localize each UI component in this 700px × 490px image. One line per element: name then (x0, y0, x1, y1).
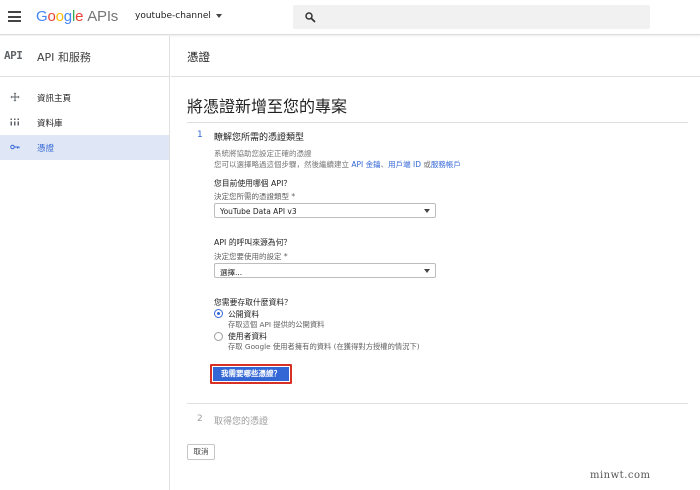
menu-icon[interactable] (8, 11, 21, 22)
step-title: 瞭解您所需的憑證類型 (214, 133, 305, 143)
step-description: 系統將協助您設定正確的憑證 (214, 149, 312, 158)
user-data-description: 存取 Google 使用者擁有的資料 (在獲得對方授權的情況下) (228, 342, 420, 351)
user-data-label[interactable]: 使用者資料 (228, 331, 267, 342)
sidebar-item-label: 資訊主頁 (37, 94, 72, 104)
call-source-hint: 決定您要使用的設定 * (214, 252, 288, 261)
sidebar-item-dashboard[interactable]: 資訊主頁 (0, 85, 169, 110)
api-select[interactable]: YouTube Data API v3 (214, 203, 436, 218)
library-icon (10, 118, 19, 126)
page-header: 憑證 (171, 36, 700, 77)
sidebar: API API 和服務 資訊主頁 資料庫 憑證 (0, 36, 170, 490)
step-number: 1 (197, 130, 203, 140)
skip-description: 您可以選擇略過這個步驟，然後繼續建立 API 金鑰、用戶端 ID 或服務帳戶 (214, 160, 461, 169)
sidebar-item-library[interactable]: 資料庫 (0, 110, 169, 135)
api-key-link[interactable]: API 金鑰 (351, 160, 380, 169)
project-name: youtube-channel (135, 11, 211, 21)
sidebar-header: API API 和服務 (0, 36, 169, 77)
step-2-number: 2 (197, 414, 203, 424)
which-credentials-button[interactable]: 我需要哪些憑證？ (210, 364, 292, 384)
main-content: 憑證 將憑證新增至您的專案 1 瞭解您所需的憑證類型 系統將協助您設定正確的憑證… (171, 36, 700, 490)
chevron-down-icon (424, 209, 430, 213)
google-apis-logo[interactable]: Google APIs (36, 8, 118, 25)
call-source-question: API 的呼叫來源為何？ (214, 238, 292, 247)
top-app-bar: Google APIs youtube-channel (0, 0, 700, 35)
data-access-question: 您需要存取什麼資料？ (214, 298, 292, 307)
call-source-select-value: 選擇... (220, 268, 243, 277)
chevron-down-icon (215, 13, 222, 18)
api-question-hint: 決定您所需的憑證類型 * (214, 192, 296, 201)
wizard-heading: 將憑證新增至您的專案 (187, 97, 348, 116)
api-select-value: YouTube Data API v3 (220, 207, 297, 216)
api-question: 您目前使用哪個 API？ (214, 179, 292, 188)
sidebar-title: API 和服務 (37, 51, 91, 64)
dashboard-icon (10, 92, 20, 102)
cancel-button[interactable]: 取消 (187, 444, 215, 460)
watermark: minwt.com (590, 470, 651, 481)
key-icon (10, 144, 20, 150)
which-credentials-button-label: 我需要哪些憑證？ (213, 367, 289, 381)
page-title: 憑證 (187, 50, 210, 64)
project-selector[interactable]: youtube-channel (135, 11, 222, 21)
public-data-description: 存取這個 API 提供的公開資料 (228, 320, 325, 329)
sidebar-item-credentials[interactable]: 憑證 (0, 135, 169, 160)
search-icon (305, 12, 316, 23)
public-data-label[interactable]: 公開資料 (228, 309, 259, 320)
step-2-title[interactable]: 取得您的憑證 (214, 414, 268, 427)
chevron-down-icon (424, 269, 430, 273)
call-source-select[interactable]: 選擇... (214, 263, 436, 278)
oauth-client-id-link[interactable]: 用戶端 ID (388, 160, 421, 169)
sidebar-item-label: 憑證 (37, 144, 55, 154)
search-input[interactable] (293, 5, 650, 29)
step-1-card: 1 瞭解您所需的憑證類型 系統將協助您設定正確的憑證 您可以選擇略過這個步驟，然… (187, 122, 688, 404)
api-logo-icon: API (4, 49, 23, 62)
sidebar-item-label: 資料庫 (37, 119, 63, 129)
public-data-radio[interactable] (214, 309, 223, 318)
user-data-radio[interactable] (214, 332, 223, 341)
service-account-link[interactable]: 服務帳戶 (431, 160, 461, 169)
